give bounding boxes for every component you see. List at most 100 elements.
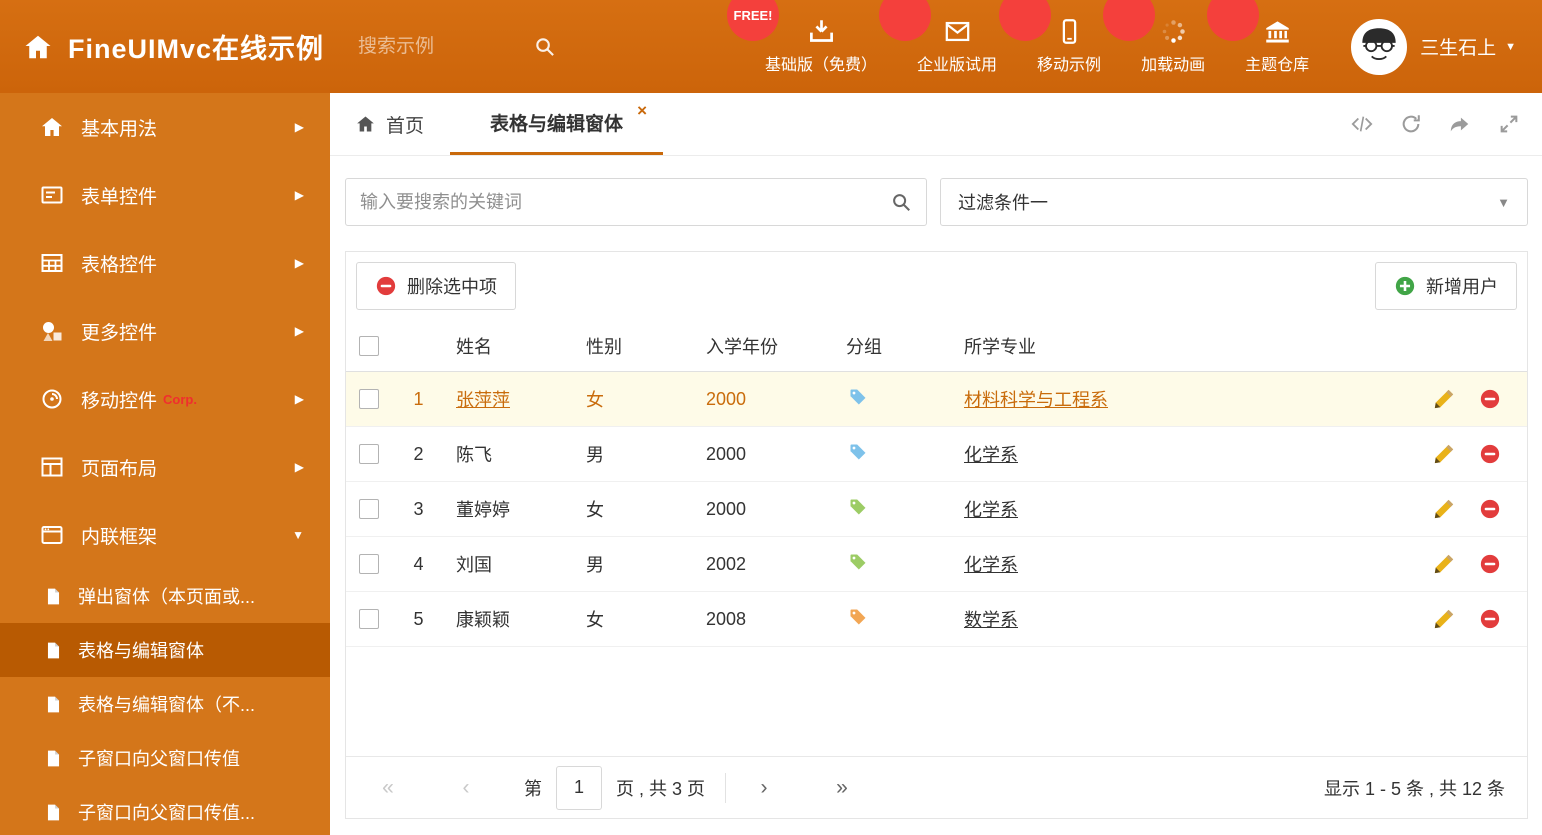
file-icon [44, 695, 63, 714]
share-icon[interactable] [1449, 113, 1471, 135]
pagination: « ‹ 第 页 , 共 3 页 › » 显示 1 - 5 条 , 共 12 条 [346, 756, 1527, 818]
refresh-icon[interactable] [1400, 113, 1422, 135]
row-checkbox[interactable] [358, 444, 379, 464]
form-icon [40, 183, 64, 207]
delete-icon[interactable] [1479, 498, 1501, 520]
student-name-link[interactable]: 董婷婷 [456, 500, 510, 520]
tag-icon [848, 607, 868, 627]
avatar[interactable] [1351, 18, 1408, 75]
header-nav: FREE! 基础版（免费） 企业版试用 移动示例 加载动画 主题仓库 [727, 0, 1309, 75]
gender-cell: 女 [586, 390, 604, 410]
filter-condition-dropdown[interactable]: 过滤条件一 ▼ [940, 178, 1528, 226]
chevron-icon: ▶ [294, 324, 304, 338]
sidebar-subitem[interactable]: 子窗口向父窗口传值... [0, 785, 330, 835]
chevron-icon: ▶ [294, 256, 304, 270]
page-number-input[interactable] [556, 765, 602, 810]
student-name-link[interactable]: 陈飞 [456, 445, 492, 465]
sidebar-item[interactable]: 移动控件 Corp. ▶ [0, 365, 330, 433]
delete-icon[interactable] [1479, 608, 1501, 630]
sidebar-item[interactable]: 表格控件 ▶ [0, 229, 330, 297]
select-all-checkbox[interactable] [358, 335, 379, 356]
row-checkbox[interactable] [358, 554, 379, 574]
delete-icon[interactable] [1479, 553, 1501, 575]
add-user-button[interactable]: 新增用户 [1375, 262, 1517, 310]
year-cell: 2000 [706, 498, 747, 519]
header-search-input[interactable] [358, 35, 534, 58]
delete-icon[interactable] [1479, 388, 1501, 410]
row-checkbox[interactable] [358, 389, 379, 409]
major-link[interactable]: 化学系 [964, 445, 1018, 465]
row-index: 3 [413, 498, 424, 519]
download-icon [808, 18, 835, 45]
delete-selected-button[interactable]: 删除选中项 [356, 262, 516, 310]
free-badge [1103, 0, 1156, 41]
close-icon[interactable]: × [637, 102, 647, 119]
student-name-link[interactable]: 刘国 [456, 555, 492, 575]
student-name-link[interactable]: 张萍萍 [456, 390, 510, 410]
sidebar-submenu: 弹出窗体（本页面或... 表格与编辑窗体 表格与编辑窗体（不... 子窗口向父窗… [0, 569, 330, 835]
chevron-down-icon: ▼ [1497, 194, 1510, 210]
sidebar-subitem[interactable]: 弹出窗体（本页面或... [0, 569, 330, 623]
tab-grid-editor[interactable]: 表格与编辑窗体 × [450, 93, 664, 155]
row-index: 1 [413, 388, 424, 409]
table-row: 3 董婷婷 女 2000 化学系 [346, 482, 1527, 537]
tab-actions [1351, 93, 1520, 155]
username-menu[interactable]: 三生石上 ▼ [1420, 33, 1516, 60]
row-checkbox[interactable] [358, 499, 379, 519]
tag-icon [848, 442, 868, 462]
sidebar-item[interactable]: 页面布局 ▶ [0, 433, 330, 501]
table-header: 姓名 性别 入学年份 分组 所学专业 [346, 320, 1527, 372]
edit-icon[interactable] [1433, 388, 1455, 410]
prev-page-button[interactable]: ‹ [446, 776, 486, 800]
sidebar-item[interactable]: 基本用法 ▶ [0, 93, 330, 161]
sidebar-subitem[interactable]: 子窗口向父窗口传值 [0, 731, 330, 785]
free-badge [879, 0, 932, 41]
column-header-group: 分组 [846, 336, 882, 357]
sidebar-item[interactable]: 表单控件 ▶ [0, 161, 330, 229]
row-checkbox[interactable] [358, 609, 379, 629]
home-icon [40, 115, 64, 139]
code-icon[interactable] [1351, 113, 1373, 135]
bank-icon [1264, 18, 1291, 45]
search-icon[interactable] [533, 35, 556, 58]
search-icon[interactable] [890, 191, 912, 213]
edit-icon[interactable] [1433, 608, 1455, 630]
mobile-nav-icon [40, 387, 64, 411]
user-section: 三生石上 ▼ [1351, 18, 1516, 75]
caret-down-icon: ▼ [1505, 40, 1516, 53]
expand-icon[interactable] [1498, 113, 1520, 135]
tab-home[interactable]: 首页 [345, 93, 434, 155]
header-nav-item[interactable]: 企业版试用 [879, 0, 997, 75]
home-icon[interactable] [22, 32, 54, 62]
major-link[interactable]: 材料科学与工程系 [964, 390, 1108, 410]
mobile-icon [1056, 18, 1083, 45]
header-nav-item[interactable]: 主题仓库 [1207, 0, 1309, 75]
page-label-before: 第 [524, 778, 542, 799]
sidebar-item[interactable]: 更多控件 ▶ [0, 297, 330, 365]
last-page-button[interactable]: » [822, 776, 862, 800]
delete-icon[interactable] [1479, 443, 1501, 465]
envelope-icon [944, 18, 971, 45]
edit-icon[interactable] [1433, 553, 1455, 575]
header-nav-item[interactable]: FREE! 基础版（免费） [727, 0, 877, 75]
header-nav-item[interactable]: 移动示例 [999, 0, 1101, 75]
header-nav-item[interactable]: 加载动画 [1103, 0, 1205, 75]
sidebar-item[interactable]: 内联框架 ▼ [0, 501, 330, 569]
major-link[interactable]: 数学系 [964, 610, 1018, 630]
edit-icon[interactable] [1433, 443, 1455, 465]
major-link[interactable]: 化学系 [964, 555, 1018, 575]
first-page-button[interactable]: « [368, 776, 408, 800]
file-icon [44, 803, 63, 822]
table-row: 1 张萍萍 女 2000 材料科学与工程系 [346, 372, 1527, 427]
header-search [358, 35, 573, 58]
sidebar-subitem[interactable]: 表格与编辑窗体（不... [0, 677, 330, 731]
tab-home-label: 首页 [386, 115, 425, 137]
next-page-button[interactable]: › [744, 776, 784, 800]
student-name-link[interactable]: 康颖颖 [456, 610, 510, 630]
major-link[interactable]: 化学系 [964, 500, 1018, 520]
keyword-search-input[interactable] [360, 191, 890, 213]
app-title: FineUIMvc在线示例 [68, 34, 325, 64]
column-header-major: 所学专业 [964, 336, 1036, 357]
edit-icon[interactable] [1433, 498, 1455, 520]
sidebar-subitem[interactable]: 表格与编辑窗体 [0, 623, 330, 677]
